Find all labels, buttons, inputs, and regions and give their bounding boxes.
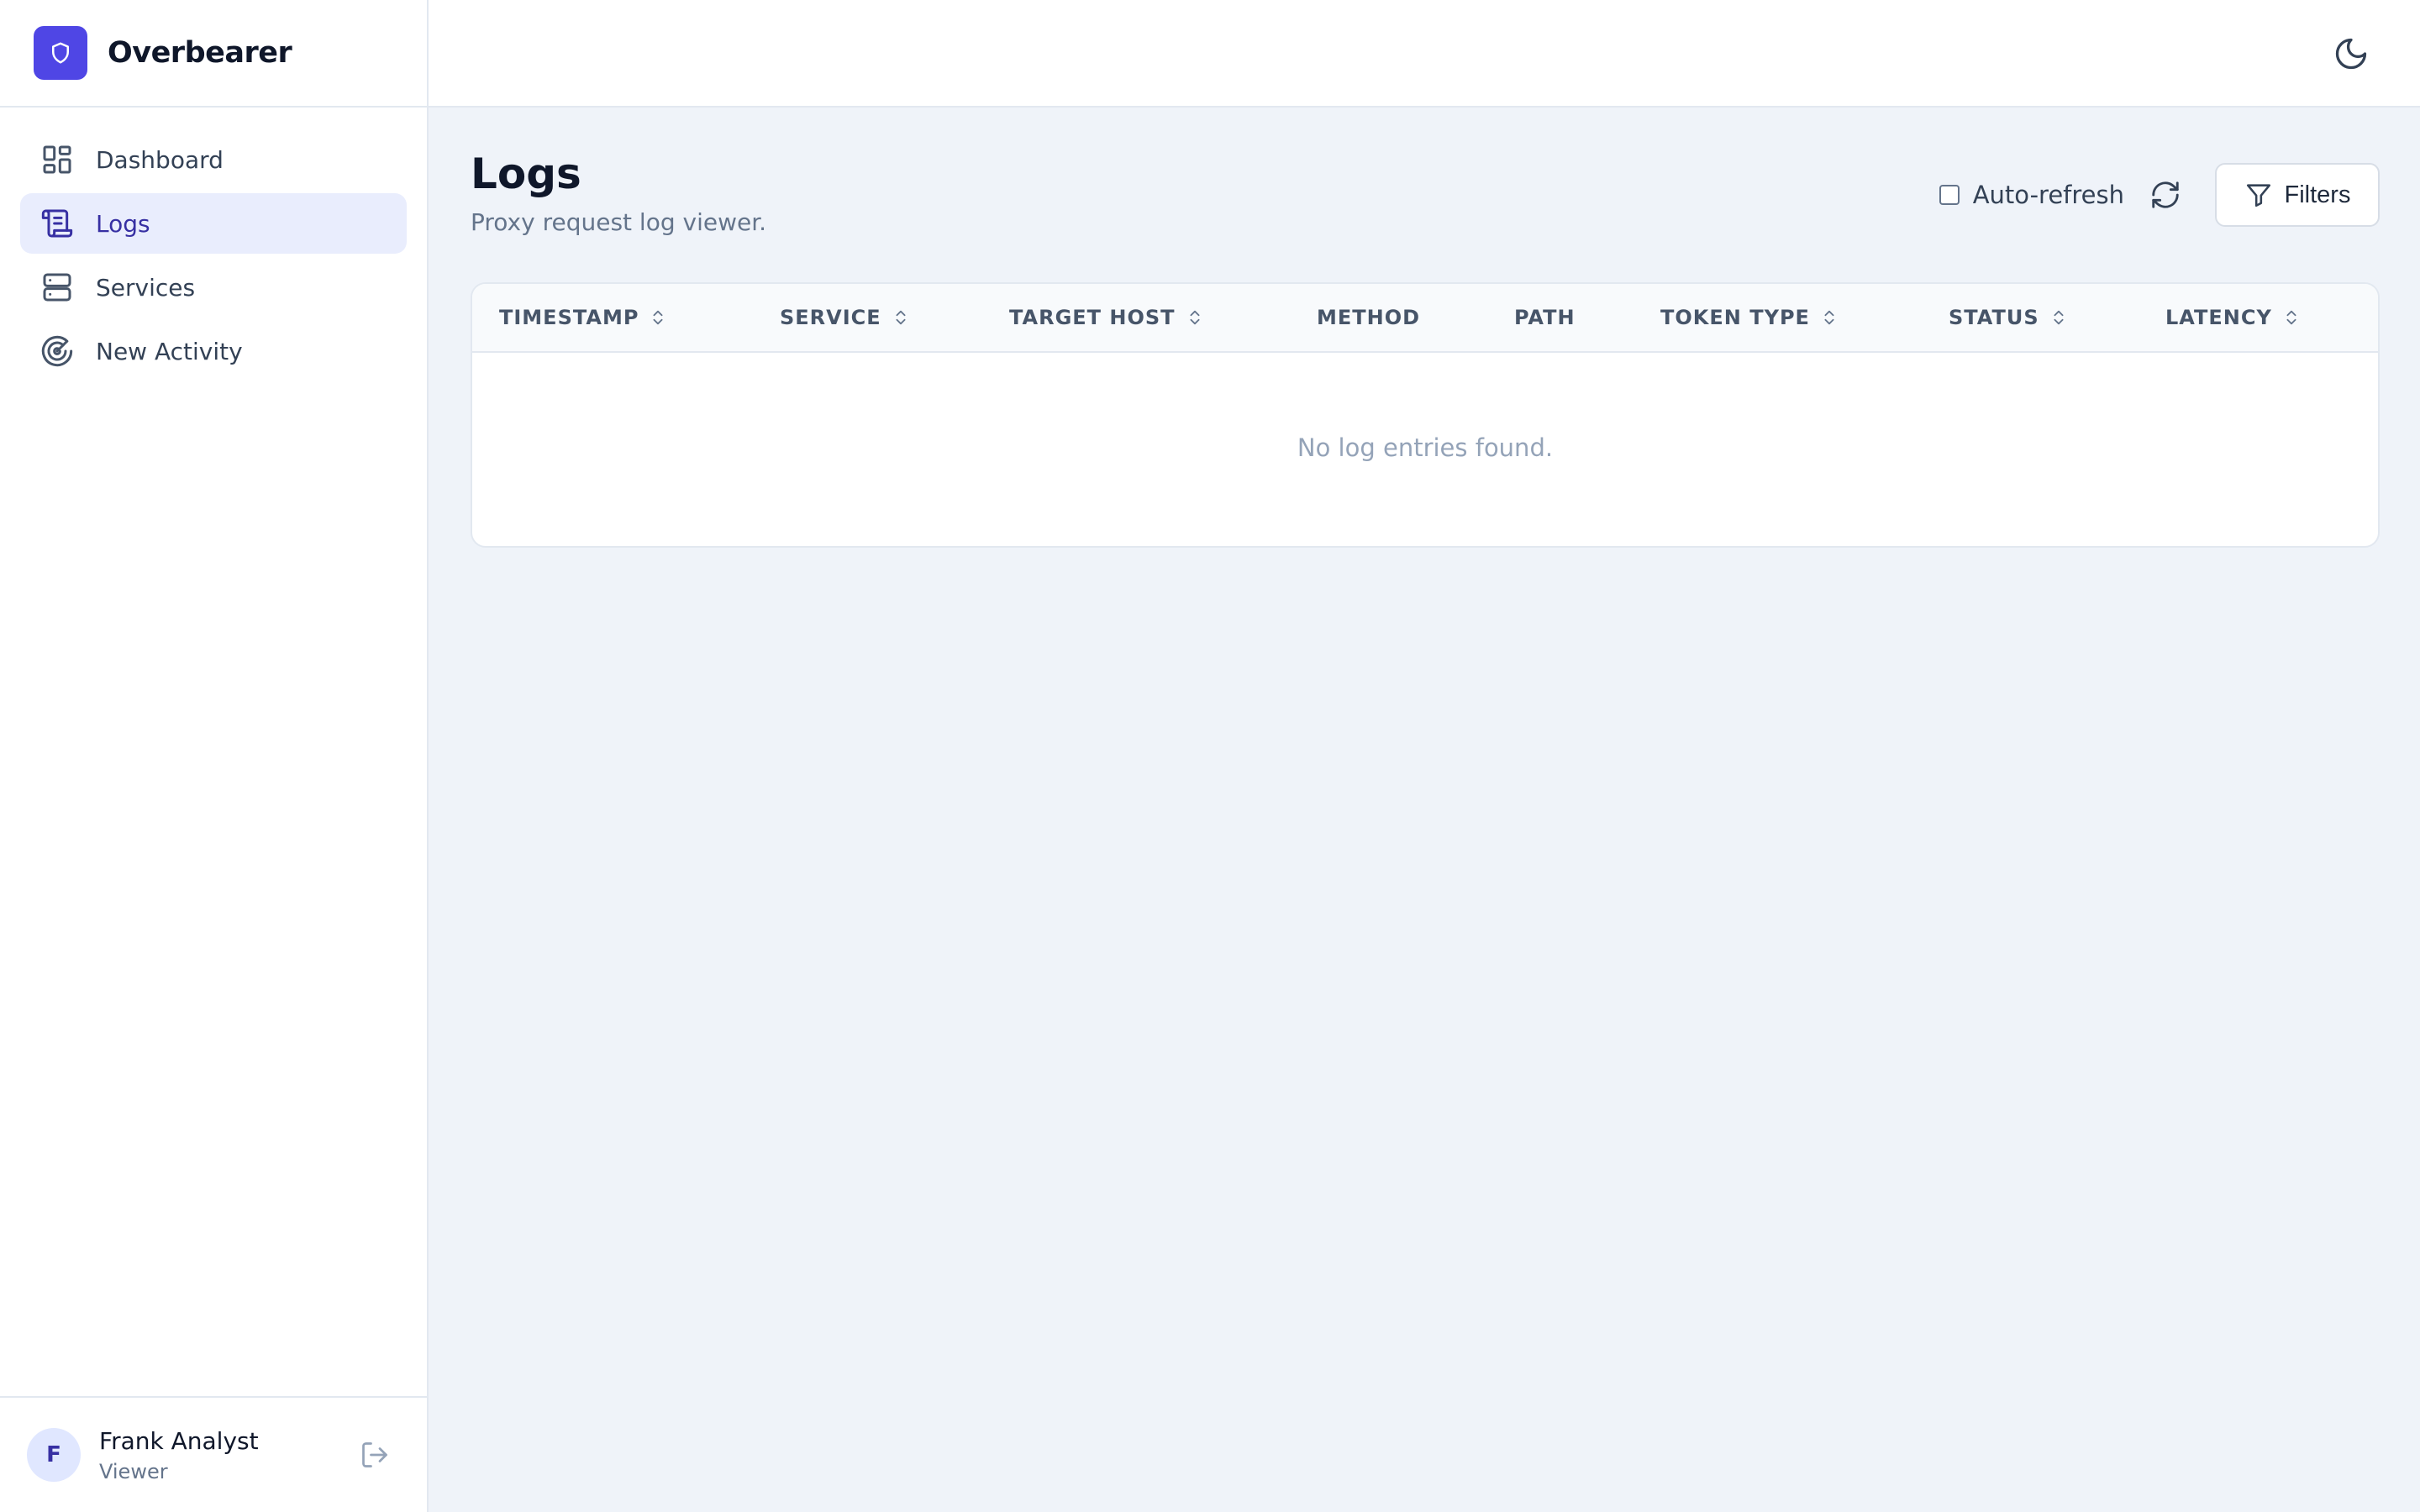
column-label: LATENCY [2165, 306, 2272, 329]
column-label: TIMESTAMP [499, 306, 639, 329]
filter-icon [2244, 181, 2273, 209]
sidebar-item-logs[interactable]: Logs [20, 193, 407, 254]
logs-table: TIMESTAMP SERVICE TARGET HOST METHOD PAT… [471, 282, 2380, 548]
column-header-service[interactable]: SERVICE [780, 284, 910, 351]
auto-refresh-checkbox[interactable] [1939, 185, 1960, 205]
column-header-path: PATH [1514, 284, 1576, 351]
sidebar: Overbearer Dashboard Logs Services New A… [0, 0, 429, 1512]
brand: Overbearer [0, 0, 427, 108]
page-title: Logs [471, 150, 581, 198]
server-icon [40, 270, 74, 304]
main-content: Logs Proxy request log viewer. Auto-refr… [429, 108, 2420, 1512]
top-header [429, 0, 2420, 108]
sidebar-item-services[interactable]: Services [20, 257, 407, 318]
column-label: METHOD [1317, 306, 1421, 329]
shield-logo-icon [34, 26, 87, 80]
user-role: Viewer [99, 1459, 168, 1483]
dashboard-icon [40, 143, 74, 176]
toolbar: Auto-refresh Filters [1939, 163, 2380, 227]
logout-icon[interactable] [360, 1440, 390, 1470]
user-name: Frank Analyst [99, 1426, 259, 1455]
sort-icon [2282, 308, 2301, 327]
radar-icon [40, 334, 74, 368]
sort-icon [892, 308, 910, 327]
column-label: STATUS [1949, 306, 2039, 329]
column-header-target-host[interactable]: TARGET HOST [1009, 284, 1204, 351]
sidebar-item-label: Services [96, 273, 196, 302]
refresh-icon[interactable] [2149, 179, 2181, 211]
table-header: TIMESTAMP SERVICE TARGET HOST METHOD PAT… [472, 284, 2378, 353]
sidebar-item-label: Dashboard [96, 145, 224, 174]
column-header-timestamp[interactable]: TIMESTAMP [499, 284, 667, 351]
sidebar-item-new-activity[interactable]: New Activity [20, 321, 407, 381]
column-label: SERVICE [780, 306, 881, 329]
app-name: Overbearer [108, 36, 292, 70]
column-label: TARGET HOST [1009, 306, 1176, 329]
sidebar-nav: Dashboard Logs Services New Activity [0, 108, 427, 381]
column-label: TOKEN TYPE [1660, 306, 1810, 329]
auto-refresh-label: Auto-refresh [1972, 181, 2124, 209]
sidebar-item-label: New Activity [96, 337, 243, 365]
sort-icon [1186, 308, 1204, 327]
auto-refresh-toggle[interactable]: Auto-refresh [1939, 181, 2124, 209]
column-label: PATH [1514, 306, 1576, 329]
page-subtitle: Proxy request log viewer. [471, 208, 767, 236]
column-header-method: METHOD [1317, 284, 1420, 351]
sidebar-item-dashboard[interactable]: Dashboard [20, 129, 407, 190]
sidebar-item-label: Logs [96, 209, 150, 238]
empty-state-message: No log entries found. [1297, 433, 1554, 462]
scroll-icon [40, 207, 74, 240]
avatar: F [27, 1428, 81, 1482]
sort-icon [649, 308, 667, 327]
filters-button[interactable]: Filters [2215, 163, 2380, 227]
column-header-token-type[interactable]: TOKEN TYPE [1660, 284, 1839, 351]
moon-icon[interactable] [2333, 35, 2370, 72]
sort-icon [2049, 308, 2068, 327]
column-header-latency[interactable]: LATENCY [2165, 284, 2301, 351]
sort-icon [1820, 308, 1839, 327]
user-panel: F Frank Analyst Viewer [0, 1396, 427, 1512]
column-header-status[interactable]: STATUS [1949, 284, 2068, 351]
filters-label: Filters [2284, 181, 2351, 208]
